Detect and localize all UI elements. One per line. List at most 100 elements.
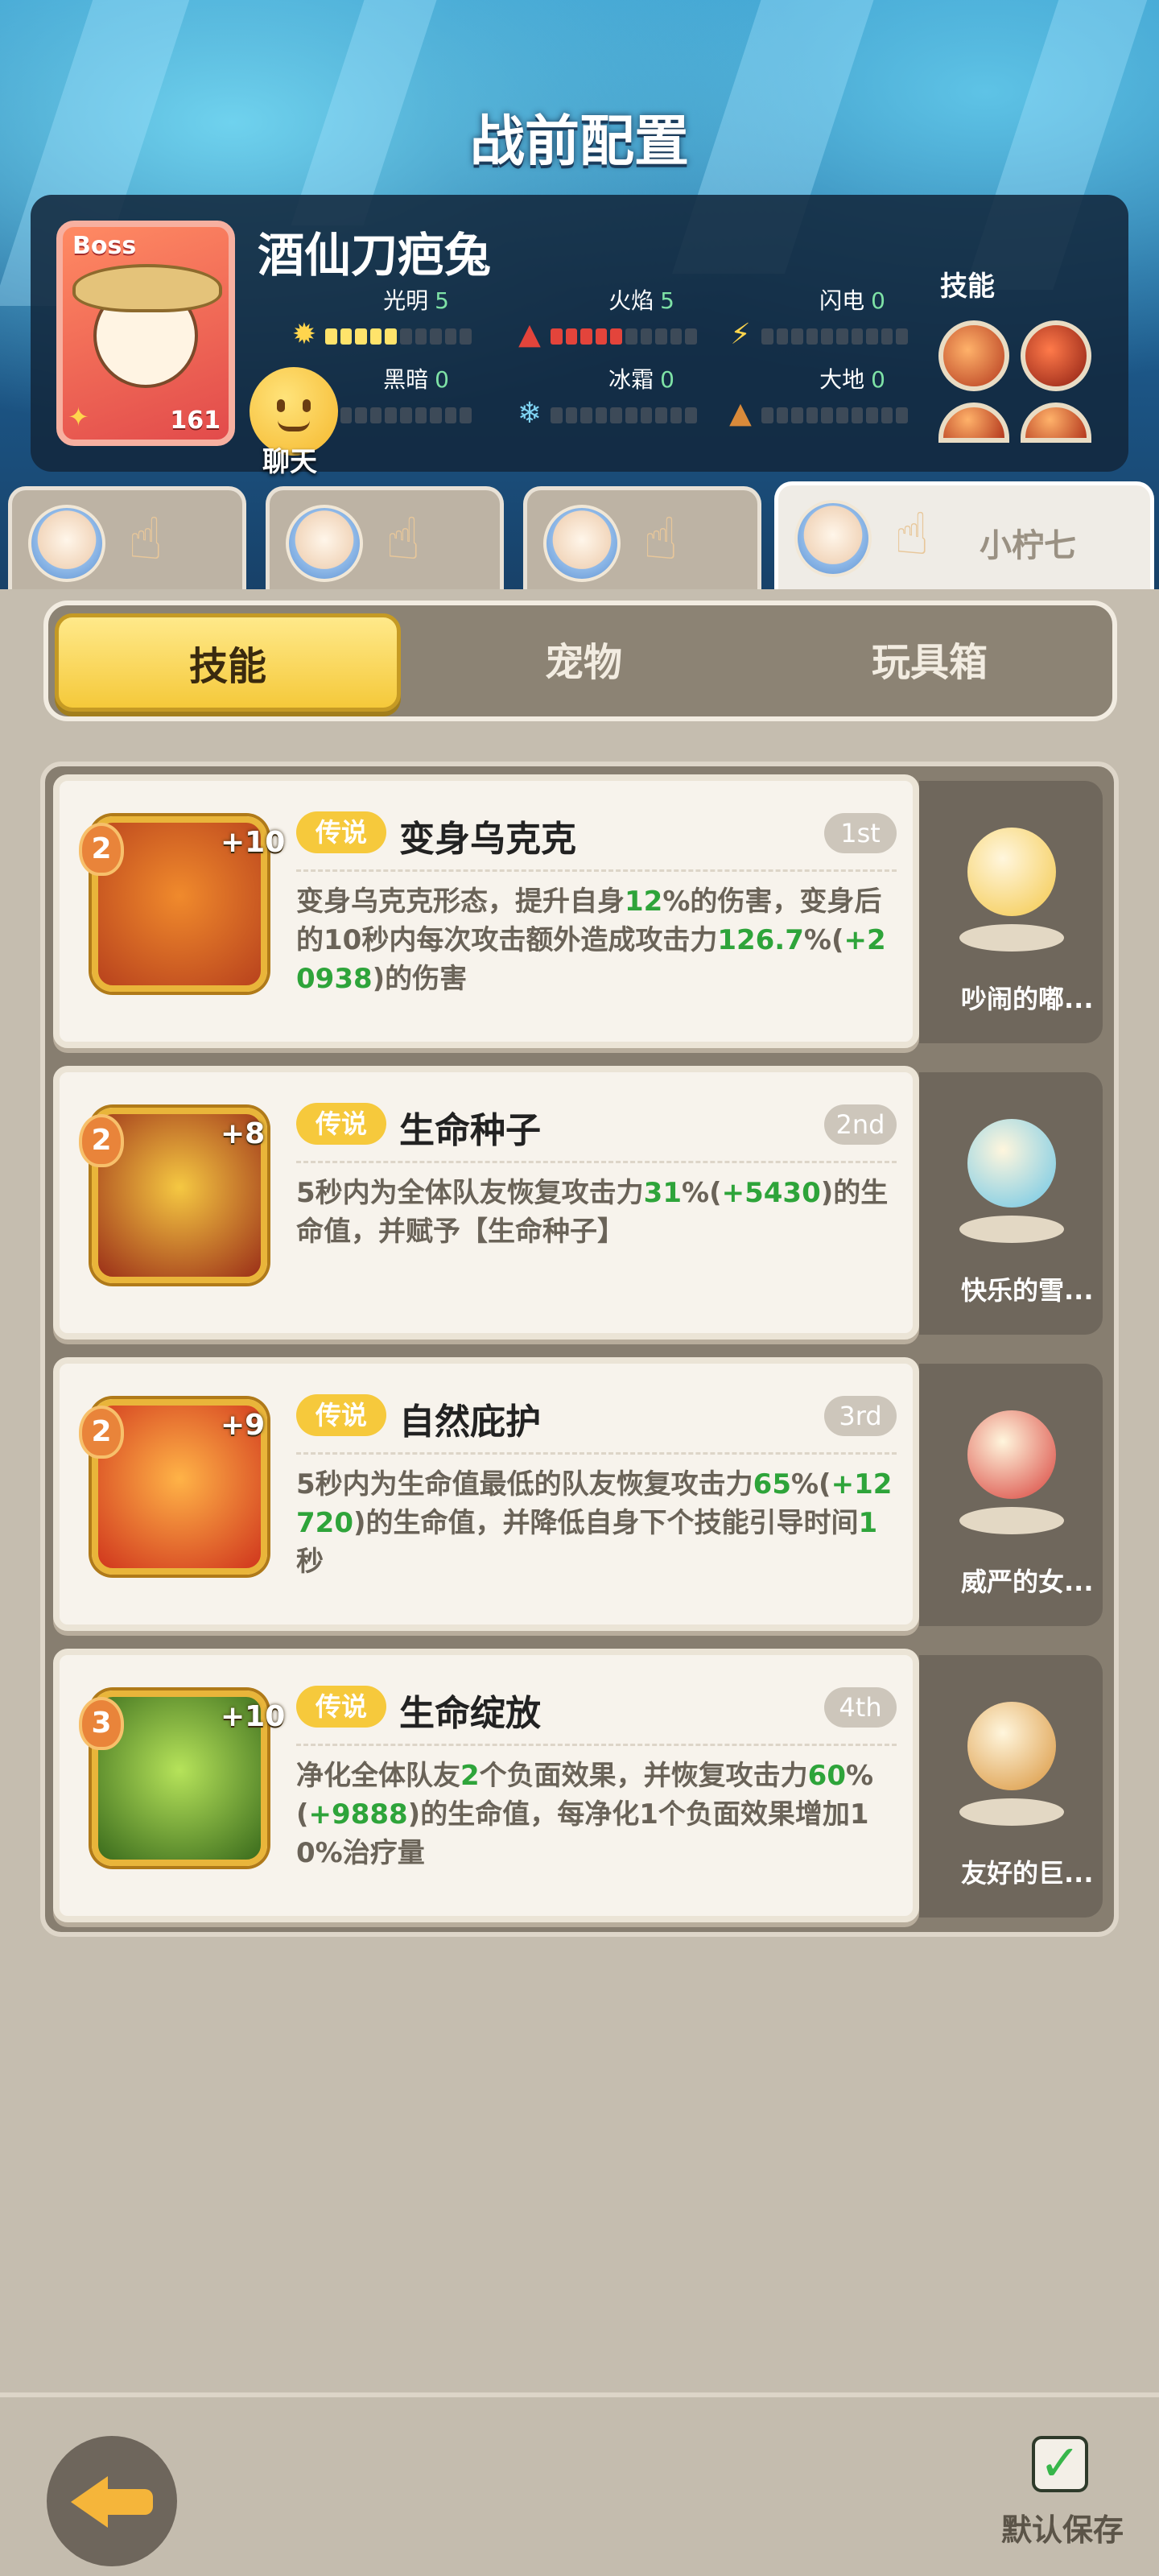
boss-tag: Boss <box>72 232 137 260</box>
tab-pets[interactable]: 宠物 <box>410 613 757 712</box>
skill-order-badge: 1st <box>824 813 897 853</box>
pet-slot[interactable]: 快乐的雪... <box>919 1072 1103 1335</box>
default-save-checkbox[interactable]: ✓ <box>1032 2436 1088 2492</box>
stat-bar-segment <box>640 407 653 423</box>
pet-slot[interactable]: 吵闹的嘟... <box>919 781 1103 1043</box>
desc-highlight: 31 <box>643 1177 682 1209</box>
stat-value: 5 <box>660 287 674 314</box>
hero-tab-1[interactable]: ☝ <box>8 486 246 591</box>
pet-pedestal <box>959 1507 1064 1534</box>
tab-skills[interactable]: 技能 <box>55 613 401 712</box>
stat-bar-segment <box>444 328 457 345</box>
flame-icon: ▲ <box>518 318 541 351</box>
snowflake-icon: ❄ <box>517 397 542 430</box>
pet-figure <box>959 803 1064 956</box>
stat-bar-segment <box>369 328 382 345</box>
desc-highlight: +9888 <box>308 1798 408 1831</box>
tab-toybox[interactable]: 玩具箱 <box>757 613 1103 712</box>
stat-bar-segment <box>896 407 908 423</box>
pet-slot[interactable]: 威严的女... <box>919 1364 1103 1626</box>
pet-pedestal <box>959 1216 1064 1243</box>
stat-label: 光明 5 <box>383 283 449 316</box>
skill-card[interactable]: 2 +10 传说 变身乌克克 1st 变身乌克克形态，提升自身12%的伤害，变身后的10秒… <box>53 774 919 1048</box>
category-tab-bar: 技能 宠物 玩具箱 <box>43 601 1117 721</box>
boss-skill-icon[interactable] <box>938 320 1009 391</box>
back-arrow-tail <box>103 2489 153 2515</box>
stat-bar-segment <box>460 407 472 423</box>
stat-bar-segment <box>385 407 397 423</box>
skill-description: 5秒内为生命值最低的队友恢复攻击力65%(+12720)的生命值，并降低自身下个… <box>296 1465 900 1581</box>
boss-skill-icon[interactable] <box>1021 402 1091 443</box>
hero-avatar <box>286 505 363 582</box>
back-button[interactable] <box>47 2436 177 2566</box>
stat-bar-segment <box>430 407 442 423</box>
skill-plus-level: +8 <box>221 1117 266 1150</box>
stat-bar <box>325 328 472 345</box>
stat-bar-segment <box>595 328 608 345</box>
stat-bar-segment <box>670 328 683 345</box>
sun-icon: ✹ <box>291 318 317 351</box>
boss-skill-icon[interactable] <box>938 402 1009 443</box>
skill-plus-level: +10 <box>221 1700 286 1733</box>
divider <box>296 869 897 872</box>
stat-label: 冰霜 0 <box>608 362 674 394</box>
earth-icon: ▲ <box>729 397 752 430</box>
desc-highlight: 1 <box>858 1507 878 1539</box>
hand-pointer-icon: ☝ <box>128 505 163 572</box>
stat-bar-segment <box>399 407 412 423</box>
desc-text: 5秒内为全体队友恢复攻击力 <box>296 1177 644 1209</box>
desc-text: )的生命值，并降低自身下个技能引导时间 <box>353 1507 859 1539</box>
stat-bar-segment <box>761 328 773 345</box>
stat-bar-segment <box>551 407 563 423</box>
pet-body <box>967 828 1056 916</box>
skill-order-badge: 3rd <box>824 1396 897 1436</box>
hero-name: 小柠七 <box>980 527 1076 564</box>
boss-stat-earth: 大地 0 ▲ <box>724 362 926 435</box>
pet-name: 快乐的雪... <box>961 1275 1094 1306</box>
stat-bar <box>551 407 697 423</box>
boss-info-panel: Boss ✦ 161 酒仙刀疤兔 光明5✹火焰5▲闪电0⚡黑暗0●冰霜0❄大地0… <box>31 195 1128 472</box>
skill-rank-badge: 2 <box>79 823 124 876</box>
boss-stat-flame: 火焰 5 ▲ <box>514 283 715 356</box>
skill-description: 变身乌克克形态，提升自身12%的伤害，变身后的10秒内每次攻击额外造成攻击力12… <box>296 882 900 998</box>
chat-button-label[interactable]: 聊天 <box>262 440 317 479</box>
skill-card[interactable]: 3 +10 传说 生命绽放 4th 净化全体队友2个负面效果，并恢复攻击力60%(+988… <box>53 1649 919 1922</box>
stat-value: 0 <box>660 366 674 393</box>
rarity-badge: 传说 <box>296 1103 386 1145</box>
boss-portrait[interactable]: Boss ✦ 161 <box>56 221 235 446</box>
pet-slot[interactable]: 友好的巨... <box>919 1655 1103 1918</box>
hero-avatar <box>794 500 872 577</box>
stat-bar-segment <box>821 328 833 345</box>
stat-bar-segment <box>415 328 427 345</box>
lightning-icon: ⚡ <box>730 318 751 351</box>
stat-bar-segment <box>776 407 789 423</box>
skill-card[interactable]: 2 +9 传说 自然庇护 3rd 5秒内为生命值最低的队友恢复攻击力65%(+12720)… <box>53 1357 919 1631</box>
hero-tab-4[interactable]: ☝ 小柠七 <box>774 481 1154 594</box>
stat-bar-segment <box>851 328 864 345</box>
desc-text: %( <box>790 1468 831 1501</box>
desc-text: 变身乌克克形态，提升自身 <box>296 886 625 918</box>
pet-body <box>967 1119 1056 1208</box>
stat-value: 0 <box>435 366 449 393</box>
stat-bar-segment <box>655 407 667 423</box>
rarity-badge: 传说 <box>296 1686 386 1728</box>
pet-name: 吵闹的嘟... <box>961 984 1094 1014</box>
stat-bar-segment <box>806 407 819 423</box>
pet-pedestal <box>959 924 1064 952</box>
stat-bar <box>761 407 908 423</box>
stat-bar-segment <box>565 328 578 345</box>
boss-skill-icon[interactable] <box>1021 320 1091 391</box>
desc-highlight: 126.7 <box>717 924 804 956</box>
boss-hat <box>72 264 222 312</box>
stat-name: 火焰 <box>608 287 654 314</box>
hero-tab-2[interactable]: ☝ <box>266 486 504 591</box>
pet-body <box>967 1702 1056 1790</box>
desc-highlight: 12 <box>625 886 663 918</box>
default-save-label[interactable]: 默认保存 <box>1001 2505 1124 2549</box>
desc-highlight: 65 <box>753 1468 791 1501</box>
hero-tab-3[interactable]: ☝ <box>523 486 761 591</box>
skill-card[interactable]: 2 +8 传说 生命种子 2nd 5秒内为全体队友恢复攻击力31%(+5430)的生命值，… <box>53 1066 919 1340</box>
stat-bar <box>551 328 697 345</box>
pet-name: 友好的巨... <box>961 1858 1094 1889</box>
stat-bar-segment <box>791 328 803 345</box>
